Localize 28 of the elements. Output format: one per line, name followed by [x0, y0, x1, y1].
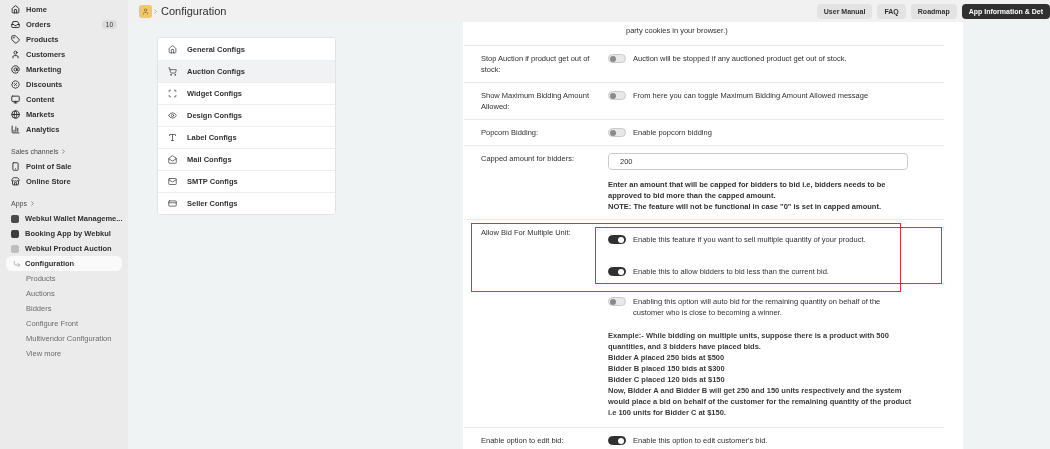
- chevron-icon: [152, 7, 159, 15]
- toggle-switch[interactable]: [608, 267, 626, 276]
- at-sign-icon: [11, 65, 20, 74]
- eye-icon: [168, 111, 177, 120]
- branch-icon: [13, 259, 21, 268]
- person-icon: [11, 50, 20, 59]
- globe-icon: [11, 110, 20, 119]
- open-mail-icon: [168, 155, 177, 164]
- tag-icon: [11, 35, 20, 44]
- scan-icon: [168, 89, 177, 98]
- percent-badge-icon: [11, 80, 20, 89]
- inbox-icon: [11, 20, 20, 29]
- app-icon: [139, 4, 152, 18]
- monitor-icon: [11, 95, 20, 104]
- card-icon: [168, 199, 177, 208]
- device-icon: [11, 162, 20, 171]
- chevron-icon: [28, 200, 36, 207]
- page-title: Configuration: [161, 5, 227, 17]
- store-icon: [11, 177, 20, 186]
- toggle-switch[interactable]: [608, 436, 626, 445]
- bar-chart-icon: [11, 125, 20, 134]
- home-icon: [11, 5, 20, 14]
- text-icon: [168, 133, 177, 142]
- cart-icon: [168, 67, 177, 76]
- toggle-switch[interactable]: [608, 235, 626, 244]
- chevron-icon: [60, 148, 68, 155]
- mail-icon: [168, 177, 177, 186]
- home-icon: [168, 44, 177, 54]
